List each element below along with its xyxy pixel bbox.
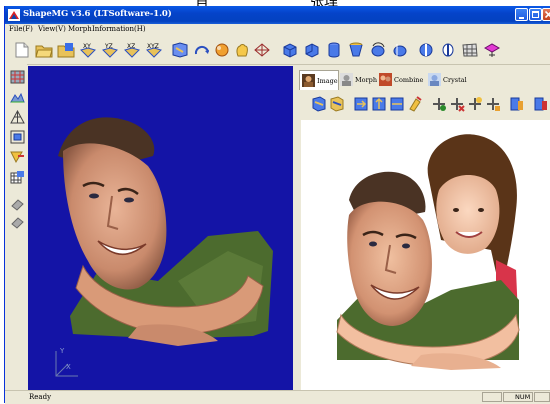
xy-view-icon[interactable]: XY	[79, 42, 97, 58]
tab-morph[interactable]: Morph	[338, 70, 378, 89]
add-point-icon[interactable]	[431, 96, 447, 112]
grid-icon[interactable]	[461, 42, 479, 58]
left-toolbar	[5, 64, 27, 389]
pointer2-icon[interactable]	[10, 216, 25, 230]
status-panel-scroll	[534, 392, 550, 402]
tab-image-label: Image	[317, 77, 338, 85]
minimize-icon	[519, 17, 524, 19]
texture-icon[interactable]	[10, 70, 25, 84]
maximize-icon	[532, 11, 539, 18]
remove-point-icon[interactable]	[449, 96, 465, 112]
rotate-icon[interactable]	[193, 42, 211, 58]
rotate-image-icon[interactable]	[353, 96, 369, 112]
box-right-icon[interactable]	[303, 42, 321, 58]
export-icon[interactable]	[509, 96, 525, 112]
pan-icon[interactable]	[233, 42, 251, 58]
morph-tab-icon	[340, 73, 353, 86]
source-photo	[336, 134, 521, 370]
terrain-icon[interactable]	[10, 90, 25, 104]
menu-view[interactable]: View(V)	[38, 25, 66, 33]
light-icon[interactable]	[417, 42, 435, 58]
status-bar: Ready NUM	[5, 390, 550, 404]
tab-image[interactable]: Image	[299, 70, 339, 90]
menu-bar: File(F) View(V) Morph Information(H)	[5, 24, 550, 36]
paint-icon[interactable]	[407, 96, 423, 112]
3d-viewport[interactable]: Y X	[28, 66, 293, 397]
move-point-icon[interactable]	[467, 96, 483, 112]
minimize-button[interactable]	[515, 8, 528, 21]
app-logo-icon	[8, 9, 20, 21]
xyz-view-icon[interactable]: XYZ	[145, 42, 163, 58]
maximize-button[interactable]	[529, 8, 542, 21]
tab-morph-label: Morph	[355, 76, 378, 84]
app-window: ShapeMG v3.6 (LTSoftware-1.0) File(F) Vi…	[4, 6, 550, 404]
menu-morph[interactable]: Morph	[68, 25, 92, 33]
load-image-icon[interactable]	[311, 96, 327, 112]
image-tab-icon	[302, 74, 315, 87]
tab-crystal[interactable]: Crystal	[426, 70, 467, 89]
cylinder2-icon[interactable]	[347, 42, 365, 58]
combine-tab-icon	[379, 73, 392, 86]
sphere-icon[interactable]	[213, 42, 231, 58]
status-num: NUM	[515, 393, 531, 401]
axis-y-label: Y	[60, 347, 65, 355]
mesh-icon[interactable]	[253, 42, 271, 58]
cylinder-icon[interactable]	[325, 42, 343, 58]
image-canvas[interactable]	[301, 120, 550, 395]
flip-image-icon[interactable]	[371, 96, 387, 112]
grid-select-icon[interactable]	[10, 170, 25, 184]
close-icon	[545, 11, 550, 18]
box-left-icon[interactable]	[281, 42, 299, 58]
morphed-face-mesh	[55, 117, 273, 377]
rotate-x-icon[interactable]	[369, 42, 387, 58]
fit-view-icon[interactable]	[171, 42, 189, 58]
window-title: ShapeMG v3.6 (LTSoftware-1.0)	[23, 9, 172, 19]
light2-icon[interactable]	[439, 42, 457, 58]
main-toolbar: XY YZ XZ XYZ	[5, 36, 550, 65]
rotate-y-icon[interactable]	[391, 42, 409, 58]
status-text: Ready	[29, 393, 52, 401]
select-icon[interactable]	[10, 150, 25, 164]
image-toolbar	[301, 96, 550, 114]
xz-view-icon[interactable]: XZ	[123, 42, 141, 58]
new-icon[interactable]	[13, 42, 31, 58]
menu-file[interactable]: File(F)	[9, 25, 33, 33]
bbox-icon[interactable]	[10, 130, 25, 144]
yz-view-icon[interactable]: YZ	[101, 42, 119, 58]
tab-combine-label: Combine	[394, 76, 424, 84]
image-panel: Image Morph Combine Crystal	[295, 66, 550, 397]
open-mesh-icon[interactable]	[57, 42, 75, 58]
tab-combine[interactable]: Combine	[377, 70, 425, 89]
menu-information[interactable]: Information(H)	[92, 25, 146, 33]
axis-x-label: X	[66, 363, 71, 371]
close-button[interactable]	[542, 8, 550, 21]
pointer-icon[interactable]	[10, 198, 25, 212]
wireframe-icon[interactable]	[10, 110, 25, 124]
mirror-image-icon[interactable]	[389, 96, 405, 112]
status-panel-caps	[482, 392, 502, 402]
crystal-tab-icon	[428, 73, 441, 86]
tab-crystal-label: Crystal	[443, 76, 467, 84]
import-icon[interactable]	[533, 96, 549, 112]
open-icon[interactable]	[35, 42, 53, 58]
title-bar[interactable]: ShapeMG v3.6 (LTSoftware-1.0)	[5, 6, 550, 24]
save-image-icon[interactable]	[329, 96, 345, 112]
clear-points-icon[interactable]	[485, 96, 501, 112]
morph-tool-icon[interactable]	[483, 42, 501, 58]
